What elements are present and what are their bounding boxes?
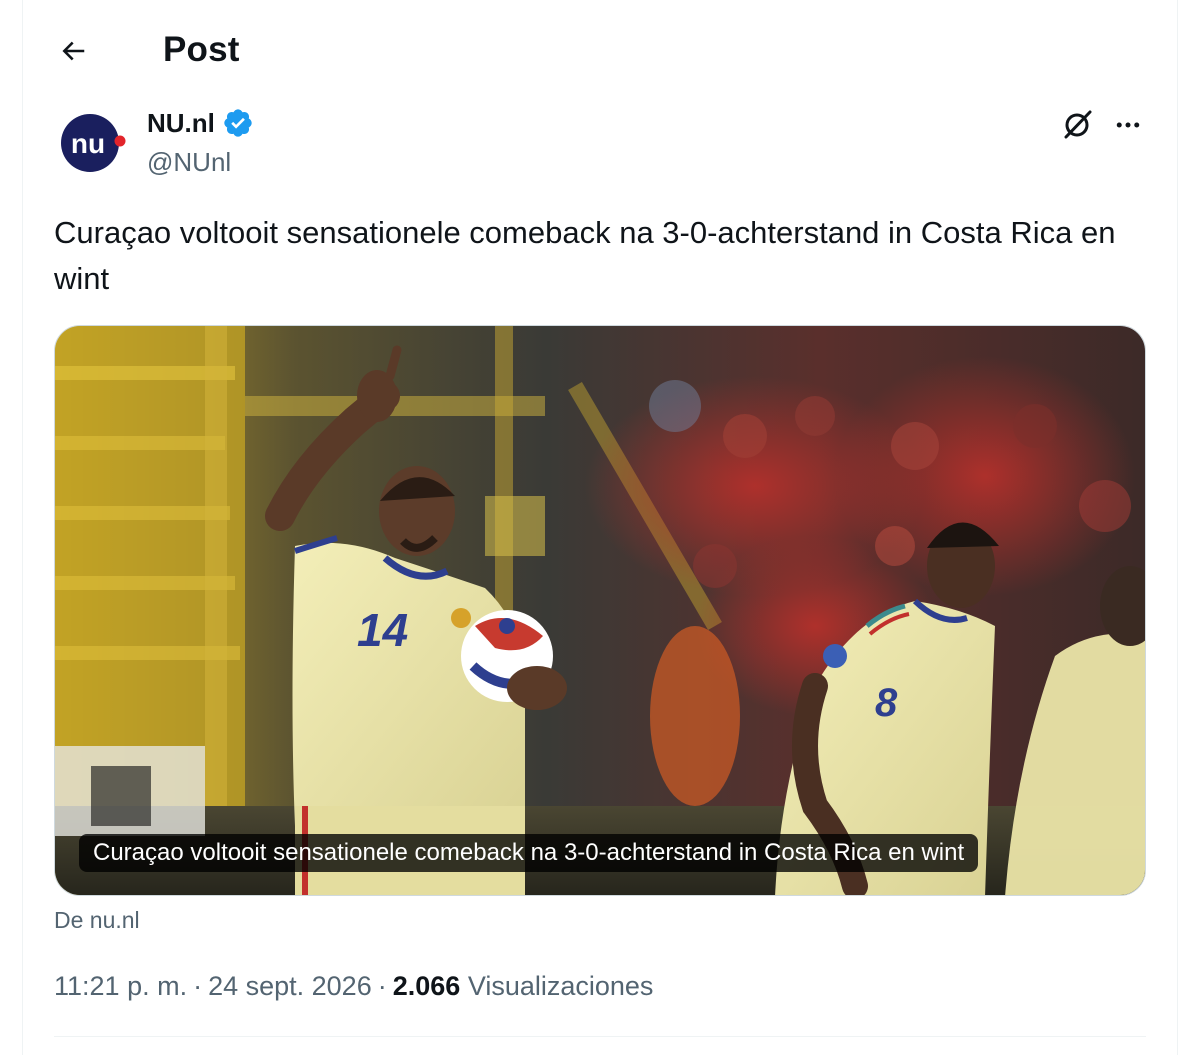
media-caption: Curaçao voltooit sensationele comeback n… (79, 834, 979, 872)
grok-icon (1064, 110, 1092, 139)
views-label: Visualizaciones (467, 971, 654, 1001)
more-options-icon (1116, 122, 1140, 128)
source-link[interactable]: De nu.nl (54, 905, 140, 935)
meta-separator: · (377, 971, 387, 1001)
more-options-button[interactable] (1106, 104, 1150, 146)
post-date[interactable]: 24 sept. 2026 (208, 971, 372, 1001)
post-time[interactable]: 11:21 p. m. (54, 971, 187, 1001)
post-text: Curaçao voltooit sensationele comeback n… (54, 215, 1116, 296)
player-right-number: 8 (875, 681, 898, 725)
avatar-logo-text: nu (71, 128, 105, 159)
avatar[interactable]: nu (60, 110, 126, 176)
arrow-left-icon (62, 41, 85, 61)
link-card-media[interactable]: 14 8 Curaçao voltooit sensationele comeb… (54, 325, 1146, 896)
post-meta: 11:21 p. m. · 24 sept. 2026 · 2.066 Visualiz… (54, 968, 653, 1004)
author-name[interactable]: NU.nl (147, 106, 254, 140)
meta-separator: · (193, 971, 203, 1001)
page-title: Post (163, 30, 240, 69)
divider (54, 1036, 1146, 1037)
player-left-number: 14 (357, 604, 408, 656)
author-name-label: NU.nl (147, 108, 215, 138)
grok-button[interactable] (1056, 104, 1098, 146)
match-photo: 14 8 (55, 326, 1145, 895)
back-button[interactable] (50, 28, 96, 74)
author-handle[interactable]: @NUnl (147, 145, 231, 179)
views-count: 2.066 (392, 971, 461, 1001)
verified-badge-icon (224, 109, 252, 137)
